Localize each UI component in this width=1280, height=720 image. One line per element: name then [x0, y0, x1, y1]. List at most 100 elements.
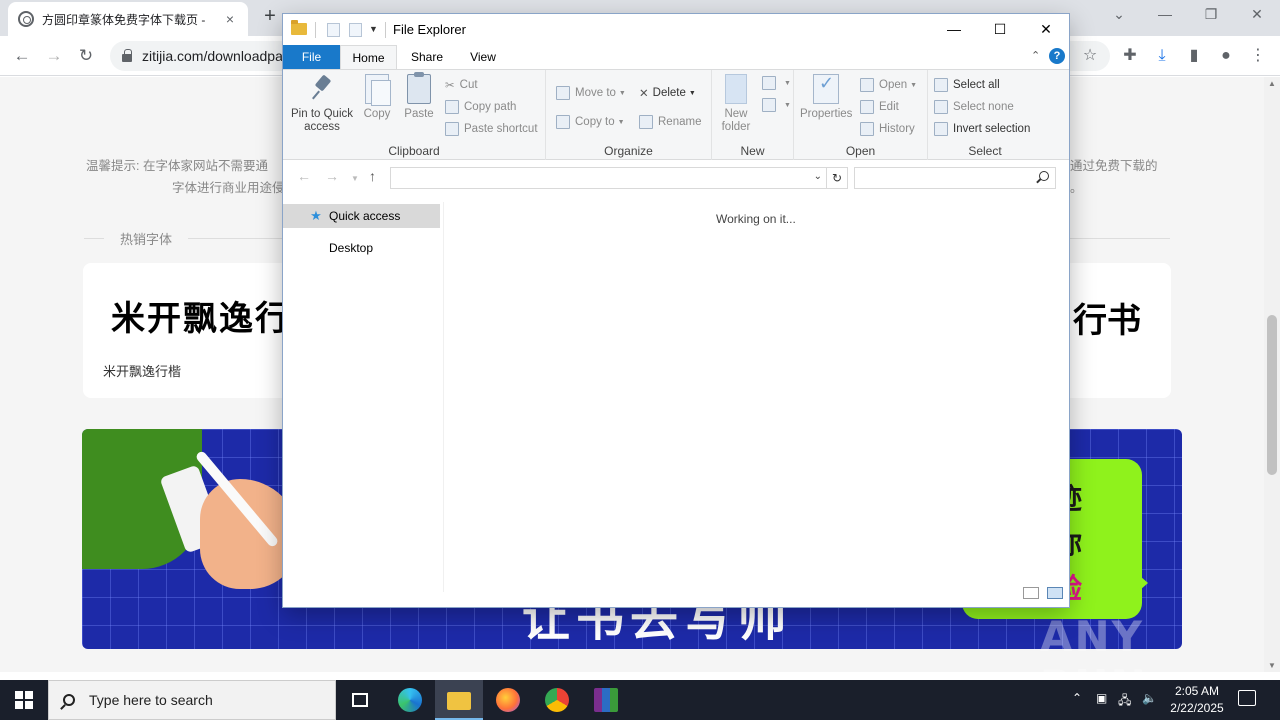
clock-time: 2:05 AM: [1174, 684, 1220, 698]
tab-view[interactable]: View: [457, 45, 509, 69]
profile-avatar-icon[interactable]: ●: [1214, 44, 1238, 68]
explorer-close-button[interactable]: ✕: [1023, 14, 1069, 44]
forward-arrow-icon[interactable]: →: [42, 44, 66, 68]
chrome-taskbar-button[interactable]: [533, 680, 581, 720]
cut-button[interactable]: ✂ Cut: [445, 78, 478, 92]
lock-icon[interactable]: [122, 49, 132, 62]
tab-file[interactable]: File: [283, 45, 340, 69]
nav-item-quick-access[interactable]: ★ Quick access: [283, 204, 440, 228]
explorer-forward-icon[interactable]: →: [325, 168, 339, 184]
move-to-button[interactable]: Move to ▼: [556, 86, 626, 100]
font-sample-image[interactable]: 米开飘逸行: [111, 291, 291, 340]
reload-icon[interactable]: ↻: [74, 44, 98, 68]
tab-search-icon[interactable]: ⌄: [1096, 0, 1142, 30]
explorer-search-input[interactable]: [854, 167, 1056, 189]
select-none-button[interactable]: Select none: [934, 100, 1014, 114]
open-button[interactable]: Open ▼: [860, 78, 917, 92]
scrollbar-thumb[interactable]: [1267, 315, 1277, 475]
edit-button[interactable]: Edit: [860, 100, 899, 114]
copy-button[interactable]: Copy: [361, 74, 393, 121]
font-sample-image-right[interactable]: 行书: [1073, 293, 1141, 342]
font-name-link[interactable]: 米开飘逸行楷: [103, 361, 181, 380]
windows-logo-icon: [15, 691, 23, 699]
new-tab-button[interactable]: +: [258, 5, 282, 29]
history-button[interactable]: History: [860, 122, 915, 136]
explorer-maximize-button[interactable]: ☐: [977, 14, 1023, 44]
collapse-ribbon-chevron-icon[interactable]: ⌃: [1031, 49, 1040, 62]
task-view-button[interactable]: [336, 680, 384, 720]
notification-center-icon[interactable]: [1238, 690, 1256, 706]
nav-item-desktop[interactable]: Desktop: [283, 236, 440, 260]
paste-shortcut-button[interactable]: Paste shortcut: [445, 122, 538, 136]
customize-toolbar-chevron-icon[interactable]: ▼: [369, 24, 378, 34]
open-label: Open: [879, 79, 908, 91]
delete-button[interactable]: ✕ Delete ▼: [639, 86, 696, 100]
easy-access-button[interactable]: ▼: [762, 98, 791, 112]
network-icon[interactable]: 🖧: [1118, 691, 1131, 720]
scissors-icon: ✂: [445, 80, 455, 92]
security-tray-icon[interactable]: ▣: [1096, 691, 1107, 720]
page-scrollbar[interactable]: ▲ ▼: [1264, 77, 1280, 672]
explorer-back-icon[interactable]: ←: [297, 168, 311, 184]
back-arrow-icon[interactable]: ←: [10, 44, 34, 68]
taskbar-search-box[interactable]: Type here to search: [48, 680, 336, 720]
side-panel-icon[interactable]: ▮: [1182, 44, 1206, 68]
browser-minimize-button[interactable]: —: [1142, 0, 1188, 30]
file-explorer-taskbar-button[interactable]: [435, 680, 483, 720]
browser-restore-button[interactable]: ❐: [1188, 0, 1234, 30]
help-icon[interactable]: ?: [1049, 48, 1065, 64]
paste-button[interactable]: Paste: [401, 72, 437, 121]
address-dropdown-icon[interactable]: ⌄: [814, 171, 822, 182]
pin-to-quick-access-button[interactable]: Pin to Quick access: [289, 74, 355, 134]
scroll-down-icon[interactable]: ▼: [1264, 661, 1280, 670]
taskbar-clock[interactable]: 2:05 AM 2/22/2025: [1160, 683, 1234, 717]
explorer-titlebar[interactable]: ▼ File Explorer — ☐ ✕: [283, 14, 1069, 45]
invert-selection-button[interactable]: Invert selection: [934, 122, 1030, 136]
rename-button[interactable]: Rename: [639, 115, 701, 129]
tab-share[interactable]: Share: [397, 45, 457, 69]
firefox-icon: [496, 688, 520, 712]
details-view-icon[interactable]: [1023, 587, 1039, 599]
start-button[interactable]: [0, 680, 48, 720]
chrome-menu-icon[interactable]: ⋮: [1246, 44, 1270, 68]
new-item-button[interactable]: ▼: [762, 76, 791, 90]
show-hidden-icons-chevron-icon[interactable]: ⌃: [1072, 691, 1082, 720]
quick-access-properties-icon[interactable]: [327, 23, 340, 37]
new-folder-button[interactable]: New folder: [716, 74, 756, 134]
download-icon[interactable]: ⤓: [1150, 44, 1174, 68]
explorer-address-bar[interactable]: ⌄: [390, 167, 827, 189]
bookmark-star-icon[interactable]: ☆: [1078, 44, 1102, 68]
tab-home[interactable]: Home: [340, 45, 397, 69]
copy-path-button[interactable]: Copy path: [445, 100, 516, 114]
up-arrow-icon[interactable]: ↑: [369, 168, 376, 184]
copy-to-button[interactable]: Copy to ▼: [556, 115, 625, 129]
quick-access-new-folder-icon[interactable]: [349, 23, 362, 37]
properties-button[interactable]: Properties: [800, 74, 852, 121]
volume-icon[interactable]: 🔈: [1142, 691, 1157, 720]
url-text[interactable]: zitijia.com/downloadpage: [142, 48, 298, 64]
browser-tab[interactable]: 方圆印章篆体免费字体下载页 - ×: [8, 2, 248, 36]
select-all-button[interactable]: Select all: [934, 78, 1000, 92]
new-group: New folder ▼ ▼ New: [712, 70, 794, 160]
browser-close-button[interactable]: ✕: [1234, 0, 1280, 30]
notice-text-left-2: 字体进行商业用途侵: [172, 181, 285, 195]
explorer-minimize-button[interactable]: —: [931, 14, 977, 44]
taskbar-search-placeholder[interactable]: Type here to search: [89, 692, 213, 708]
extensions-puzzle-icon[interactable]: ✚: [1118, 44, 1142, 68]
paste-shortcut-label: Paste shortcut: [464, 123, 538, 135]
invert-selection-label: Invert selection: [953, 123, 1031, 135]
tab-close-icon[interactable]: ×: [222, 11, 238, 27]
divider: [385, 22, 386, 38]
large-icons-view-icon[interactable]: [1047, 587, 1063, 599]
scroll-up-icon[interactable]: ▲: [1264, 79, 1280, 88]
recent-locations-chevron-icon[interactable]: ▼: [351, 174, 359, 183]
navigation-pane[interactable]: ★ Quick access Desktop: [283, 202, 441, 592]
edge-taskbar-button[interactable]: [386, 680, 434, 720]
firefox-taskbar-button[interactable]: [484, 680, 532, 720]
select-none-icon: [934, 100, 948, 114]
folder-icon: [447, 692, 471, 710]
winrar-taskbar-button[interactable]: [582, 680, 630, 720]
explorer-refresh-icon[interactable]: ↻: [826, 167, 848, 189]
search-icon[interactable]: [1039, 171, 1049, 181]
content-pane[interactable]: Working on it...: [443, 202, 1069, 592]
